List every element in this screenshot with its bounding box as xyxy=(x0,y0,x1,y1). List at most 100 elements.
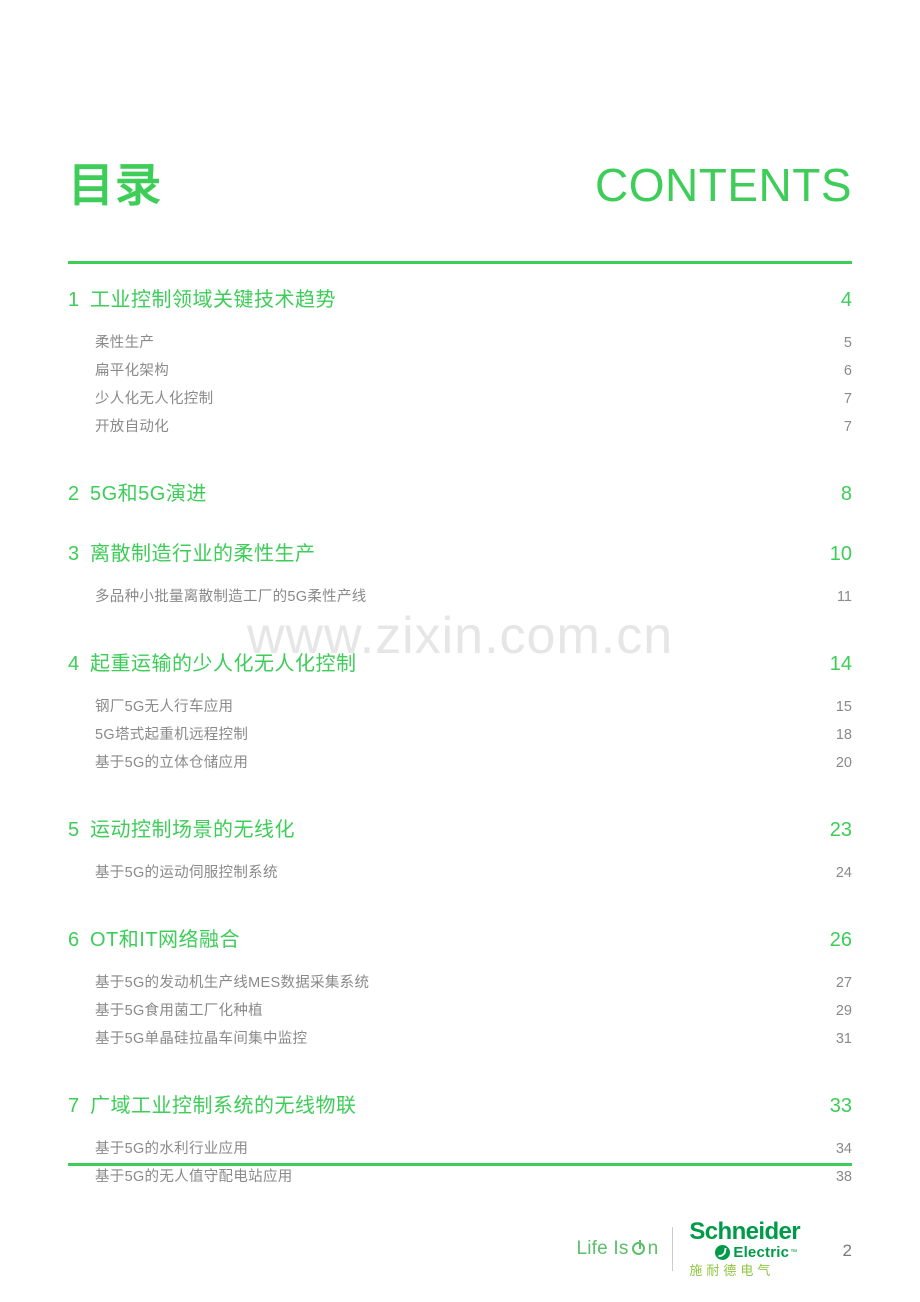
toc-entry-level2[interactable]: 少人化无人化控制 7 xyxy=(68,385,852,413)
footer-inner: Life Is n Schneider Electric ™ 施耐德电气 2 xyxy=(576,1218,852,1278)
toc-subentry-label: 少人化无人化控制 xyxy=(95,391,214,407)
page-title-english: CONTENTS xyxy=(595,159,852,211)
toc-subentry-page: 7 xyxy=(843,391,852,407)
toc-entry-label: 工业控制领域关键技术趋势 xyxy=(90,289,336,311)
toc-entry-page: 26 xyxy=(829,929,852,951)
toc-entry-level2[interactable]: 扁平化架构 6 xyxy=(68,357,852,385)
page-header: 目录 CONTENTS xyxy=(68,128,852,208)
document-page: www.zixin.com.cn 目录 CONTENTS 1 工业控制领域关键技术… xyxy=(0,0,920,1302)
toc-entry-label: 离散制造行业的柔性生产 xyxy=(90,543,316,565)
toc-entry-level2[interactable]: 钢厂5G无人行车应用 15 xyxy=(68,693,852,721)
toc-group: 6 OT和IT网络融合 26 基于5G的发动机生产线MES数据采集系统 27 基于5G食用… xyxy=(68,925,852,1053)
toc-subentry-page: 11 xyxy=(836,589,852,605)
toc-entry-level1[interactable]: 5 运动控制场景的无线化 23 xyxy=(68,815,852,845)
toc-subentry-label: 基于5G的运动伺服控制系统 xyxy=(95,865,278,881)
toc-subentry-page: 38 xyxy=(835,1169,852,1185)
toc-subentry-label: 柔性生产 xyxy=(95,335,155,351)
toc-entry-label: 运动控制场景的无线化 xyxy=(90,819,295,841)
toc-group: 1 工业控制领域关键技术趋势 4 柔性生产 5 扁平化架构 6 少人化无人化控制 7 开放自动化 7 xyxy=(68,285,852,441)
toc-entry-page: 23 xyxy=(829,819,852,841)
toc-entry-level2[interactable]: 基于5G的无人值守配电站应用 38 xyxy=(68,1163,852,1191)
tagline-text-pre: Life Is xyxy=(576,1237,629,1259)
toc-subentry-label: 基于5G的无人值守配电站应用 xyxy=(95,1169,293,1185)
toc-entry-level2[interactable]: 5G塔式起重机远程控制 18 xyxy=(68,721,852,749)
toc-entry-level1[interactable]: 7 广域工业控制系统的无线物联 33 xyxy=(68,1091,852,1121)
toc-subentry-label: 开放自动化 xyxy=(95,419,169,435)
toc-group: 2 5G和5G演进 8 xyxy=(68,479,852,509)
toc-subentry-label: 扁平化架构 xyxy=(95,363,169,379)
toc-entry-level1[interactable]: 4 起重运输的少人化无人化控制 14 xyxy=(68,649,852,679)
toc-subentry-label: 基于5G的立体仓储应用 xyxy=(95,755,249,771)
toc-subentry-label: 基于5G食用菌工厂化种植 xyxy=(95,1003,263,1019)
toc-group: 5 运动控制场景的无线化 23 基于5G的运动伺服控制系统 24 xyxy=(68,815,852,887)
logo-top-row: Schneider xyxy=(689,1218,800,1246)
toc-entry-number: 1 xyxy=(68,289,80,311)
toc-subentry-label: 钢厂5G无人行车应用 xyxy=(95,699,234,715)
toc-subentry-page: 18 xyxy=(835,727,852,743)
footer-divider xyxy=(672,1226,674,1271)
toc-subentry-label: 5G塔式起重机远程控制 xyxy=(95,727,249,743)
toc-subentry-label: 基于5G的发动机生产线MES数据采集系统 xyxy=(95,975,370,991)
page-number: 2 xyxy=(842,1241,852,1261)
life-is-on-tagline: Life Is n xyxy=(576,1238,658,1260)
toc-subentry-page: 15 xyxy=(835,699,852,715)
toc-entry-page: 8 xyxy=(840,483,852,505)
logo-bottom-row: Electric ™ xyxy=(715,1243,798,1261)
logo-trademark: ™ xyxy=(790,1248,798,1256)
toc-group: 4 起重运输的少人化无人化控制 14 钢厂5G无人行车应用 15 5G塔式起重机远程控制 1… xyxy=(68,649,852,777)
toc-entry-level1[interactable]: 2 5G和5G演进 8 xyxy=(68,479,852,509)
toc-entry-number: 2 xyxy=(68,483,80,505)
toc-subentry-page: 29 xyxy=(835,1003,852,1019)
tagline-text-post: n xyxy=(647,1237,659,1259)
toc-entry-label: 广域工业控制系统的无线物联 xyxy=(90,1095,357,1117)
toc-entry-label: 起重运输的少人化无人化控制 xyxy=(90,653,357,675)
toc-entry-level2[interactable]: 开放自动化 7 xyxy=(68,413,852,441)
toc-entry-level1[interactable]: 1 工业控制领域关键技术趋势 4 xyxy=(68,285,852,315)
logo-brand-electric: Electric xyxy=(733,1243,790,1261)
toc-entry-level2[interactable]: 基于5G的运动伺服控制系统 24 xyxy=(68,859,852,887)
toc-group: 7 广域工业控制系统的无线物联 33 基于5G的水利行业应用 34 基于5G的无人值守配电… xyxy=(68,1091,852,1191)
toc-entry-level2[interactable]: 多品种小批量离散制造工厂的5G柔性产线 11 xyxy=(68,583,852,611)
toc-subentry-page: 27 xyxy=(835,975,852,991)
toc-entry-level1[interactable]: 6 OT和IT网络融合 26 xyxy=(68,925,852,955)
toc-entry-level2[interactable]: 基于5G的发动机生产线MES数据采集系统 27 xyxy=(68,969,852,997)
toc-entry-label: 5G和5G演进 xyxy=(90,483,207,505)
toc-entry-level2[interactable]: 基于5G食用菌工厂化种植 29 xyxy=(68,997,852,1025)
toc-subentry-page: 7 xyxy=(843,419,852,435)
toc-entry-number: 7 xyxy=(68,1095,80,1117)
toc-entry-level2[interactable]: 基于5G单晶硅拉晶车间集中监控 31 xyxy=(68,1025,852,1053)
toc-entry-level2[interactable]: 柔性生产 5 xyxy=(68,329,852,357)
logo-brand-chinese: 施耐德电气 xyxy=(689,1262,775,1278)
toc-entry-level1[interactable]: 3 离散制造行业的柔性生产 10 xyxy=(68,539,852,569)
power-icon xyxy=(631,1239,648,1257)
toc-subentry-page: 20 xyxy=(835,755,852,771)
toc-subentry-page: 34 xyxy=(835,1141,852,1157)
toc-subentry-page: 31 xyxy=(835,1031,852,1047)
toc-subentry-label: 多品种小批量离散制造工厂的5G柔性产线 xyxy=(95,589,367,605)
table-of-contents: 1 工业控制领域关键技术趋势 4 柔性生产 5 扁平化架构 6 少人化无人化控制 7 开放自动化 7… xyxy=(68,285,852,1191)
toc-entry-page: 10 xyxy=(829,543,852,565)
toc-entry-level2[interactable]: 基于5G的水利行业应用 34 xyxy=(68,1135,852,1163)
toc-entry-number: 4 xyxy=(68,653,80,675)
toc-entry-level2[interactable]: 基于5G的立体仓储应用 20 xyxy=(68,749,852,777)
toc-entry-page: 33 xyxy=(829,1095,852,1117)
page-title-chinese: 目录 xyxy=(68,159,162,211)
toc-subentry-page: 6 xyxy=(843,363,852,379)
schneider-mark-icon xyxy=(715,1244,731,1260)
logo-brand-schneider: Schneider xyxy=(689,1218,800,1246)
toc-subentry-page: 5 xyxy=(843,335,852,351)
toc-entry-page: 4 xyxy=(840,289,852,311)
toc-subentry-page: 24 xyxy=(835,865,852,881)
toc-subentry-label: 基于5G单晶硅拉晶车间集中监控 xyxy=(95,1031,308,1047)
